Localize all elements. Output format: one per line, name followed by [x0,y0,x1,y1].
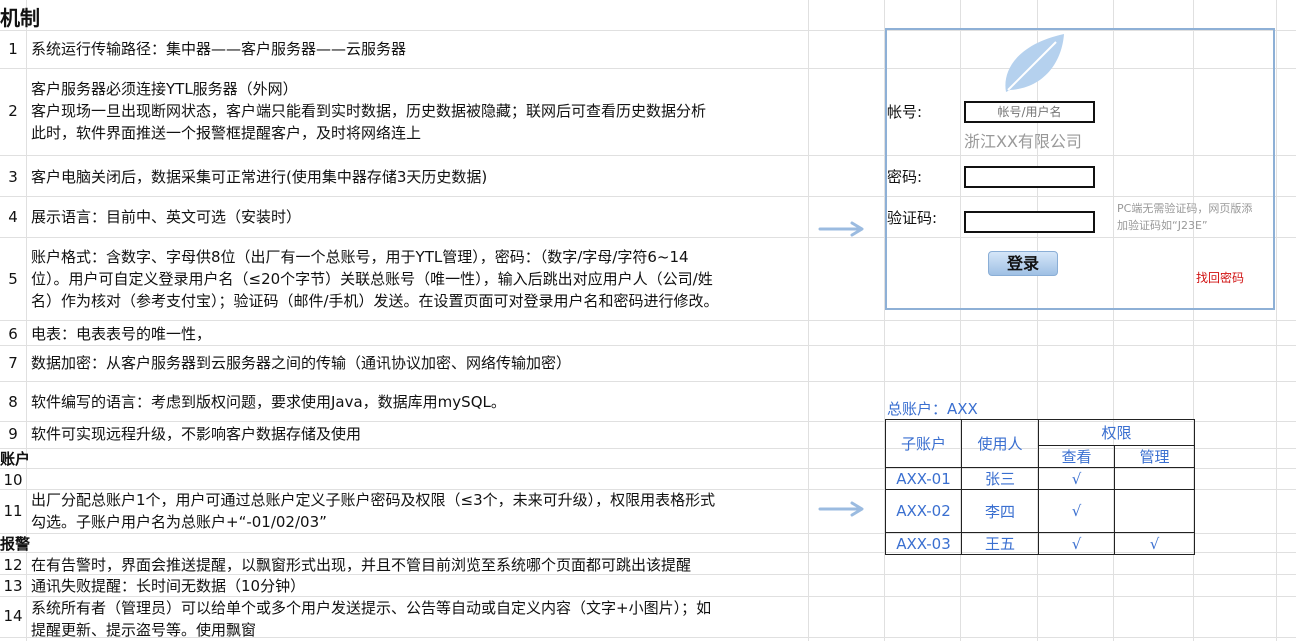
row-text: 客户电脑关闭后，数据采集可正常进行(使用集中器存储3天历史数据) [31,168,488,186]
section-alarm: 报警 [0,535,31,553]
header-user: 使用人 [961,419,1039,468]
row-number: 3 [8,168,18,186]
leaf-logo-icon [1005,34,1064,92]
row-number: 11 [3,502,23,520]
row-text: 出厂分配总账户1个，用户可通过总账户定义子账户密码及权限（≤3个，未来可升级），… [31,491,716,531]
checkbox-manage[interactable]: √ [1114,532,1195,555]
password-label: 密码: [887,168,923,186]
row-text: 系统运行传输路径：集中器——客户服务器——云服务器 [31,40,407,58]
cell-user: 张三 [961,467,1039,490]
section-account: 账户 [0,450,31,468]
captcha-note: PC端无需验证码，网页版添 加验证码如“J23E” [1117,202,1253,232]
checkbox-view[interactable]: √ [1038,467,1115,490]
row-number: 5 [8,270,18,288]
row-text: 电表：电表表号的唯一性， [31,325,212,343]
captcha-input[interactable] [964,211,1095,233]
account-label: 帐号: [887,103,923,121]
forgot-password-link[interactable]: 找回密码 [1196,270,1244,286]
row-number: 12 [3,556,23,574]
header-sub-account: 子账户 [885,419,962,468]
row-number: 13 [3,577,23,595]
row-text: 账户格式：含数字、字母供8位（出厂有一个总账号，用于YTL管理），密码：（数字/… [31,248,719,310]
company-name: 浙江XX有限公司 [964,132,1082,151]
account-input[interactable] [964,101,1095,123]
row-number: 7 [8,354,18,372]
permission-table: 子账户 使用人 权限 查看 管理 AXX-01 张三 √ AXX-02 李四 √… [885,419,1195,555]
row-text: 数据加密：从客户服务器到云服务器之间的传输（通讯协议加密、网络传输加密） [31,354,572,372]
cell-user: 王五 [961,532,1039,555]
arrow-right-icon [818,501,864,517]
checkbox-manage[interactable] [1114,467,1195,490]
row-number: 8 [8,393,18,411]
table-row: AXX-01 张三 √ [885,467,1195,490]
row-text: 客户服务器必须连接YTL服务器（外网） 客户现场一旦出现断网状态，客户端只能看到… [31,80,707,142]
row-number: 14 [3,607,23,625]
row-text: 展示语言：目前中、英文可选（安装时） [31,208,302,226]
row-text: 软件编写的语言：考虑到版权问题，要求使用Java，数据库用mySQL。 [31,393,506,411]
checkbox-view[interactable]: √ [1038,532,1115,555]
row-number: 2 [8,102,18,120]
arrow-right-icon [818,221,864,237]
table-row: AXX-03 王五 √ √ [885,532,1195,555]
row-number: 4 [8,208,18,226]
cell-sub: AXX-03 [885,532,962,555]
master-account-label: 总账户：AXX [887,400,978,418]
cell-sub: AXX-02 [885,489,962,533]
row-text: 通讯失败提醒：长时间无数据（10分钟） [31,577,306,595]
checkbox-manage[interactable] [1114,489,1195,533]
cell-sub: AXX-01 [885,467,962,490]
header-rights: 权限 [1038,419,1195,446]
password-input[interactable] [964,166,1095,188]
header-view: 查看 [1038,445,1115,468]
cell-user: 李四 [961,489,1039,533]
captcha-label: 验证码: [887,209,938,227]
row-text: 在有告警时，界面会推送提醒，以飘窗形式出现，并且不管目前浏览至系统哪个页面都可跳… [31,556,692,574]
row-number: 1 [8,40,18,58]
row-text: 系统所有者（管理员）可以给单个或多个用户发送提示、公告等自动或自定义内容（文字+… [31,599,712,639]
row-text: 软件可实现远程升级，不影响客户数据存储及使用 [31,425,362,443]
login-button[interactable]: 登录 [988,251,1058,276]
header-manage: 管理 [1114,445,1195,468]
row-number: 6 [8,325,18,343]
row-number: 9 [8,425,18,443]
row-number: 10 [3,471,23,489]
sheet-title: 机制 [0,6,40,30]
table-row: AXX-02 李四 √ [885,489,1195,533]
checkbox-view[interactable]: √ [1038,489,1115,533]
